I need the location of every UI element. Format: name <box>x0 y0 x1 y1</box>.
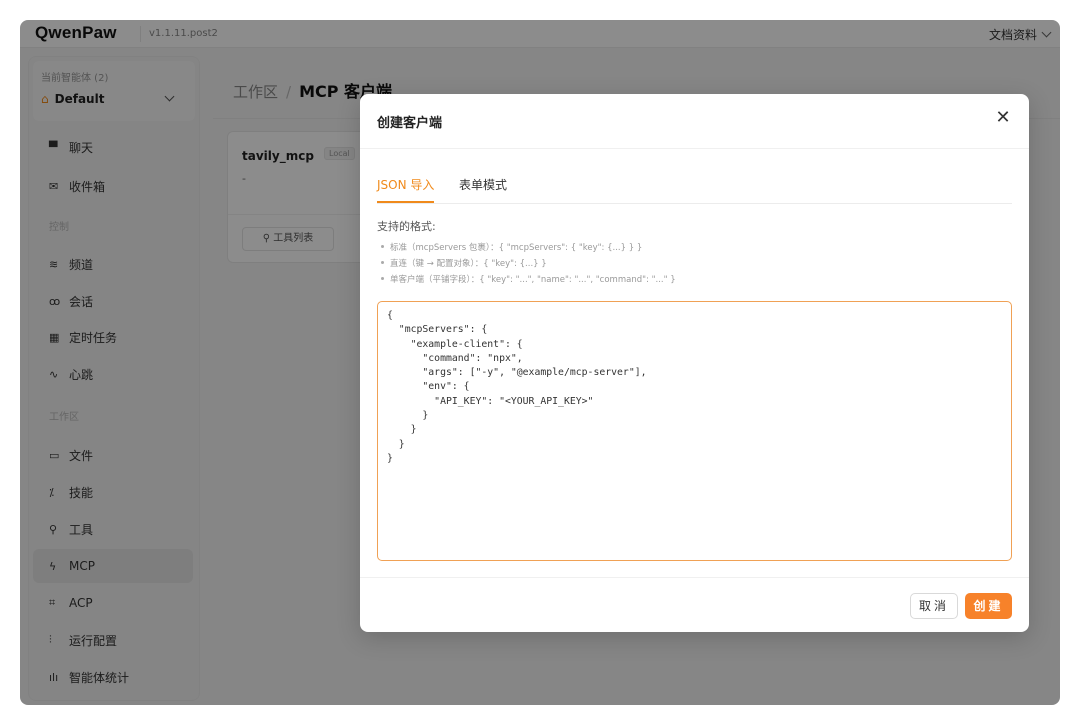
cancel-button[interactable]: 取消 <box>910 593 958 619</box>
formats-list: 标准（mcpServers 包裹）：{ "mcpServers": { "key… <box>377 240 676 288</box>
list-item: 直连（键 → 配置对象）：{ "key": {...} } <box>377 256 676 272</box>
modal-title: 创建客户端 <box>377 116 443 131</box>
close-icon[interactable]: ✕ <box>993 108 1013 128</box>
list-item: 标准（mcpServers 包裹）：{ "mcpServers": { "key… <box>377 240 676 256</box>
json-editor[interactable]: { "mcpServers": { "example-client": { "c… <box>377 301 1012 561</box>
modal-tabs: JSON 导入 表单模式 <box>377 176 1012 204</box>
create-client-modal: 创建客户端 ✕ JSON 导入 表单模式 支持的格式: 标准（mcpServer… <box>360 94 1029 632</box>
create-button[interactable]: 创建 <box>965 593 1012 619</box>
format-text: 标准（mcpServers 包裹）：{ "mcpServers": { "key… <box>390 243 643 253</box>
json-editor-content[interactable]: { "mcpServers": { "example-client": { "c… <box>387 309 1002 466</box>
tab-form-mode[interactable]: 表单模式 <box>459 176 507 203</box>
modal-footer-divider <box>360 577 1029 578</box>
format-text: 单客户端（平铺字段）：{ "key": "...", "name": "..."… <box>390 275 676 285</box>
formats-title: 支持的格式: <box>377 220 436 233</box>
tab-json-import[interactable]: JSON 导入 <box>377 176 435 203</box>
list-item: 单客户端（平铺字段）：{ "key": "...", "name": "..."… <box>377 272 676 288</box>
format-text: 直连（键 → 配置对象）：{ "key": {...} } <box>390 259 547 269</box>
modal-header-divider <box>360 148 1029 149</box>
